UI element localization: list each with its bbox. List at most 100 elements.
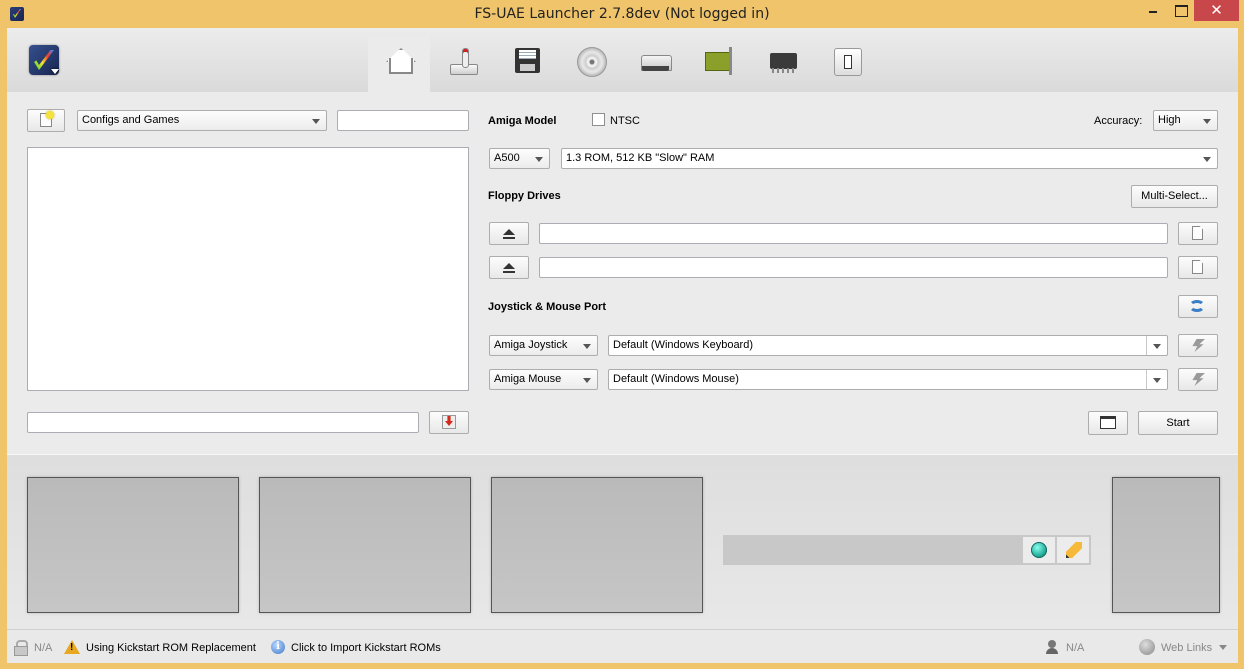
config-name-input[interactable] xyxy=(27,412,419,433)
tab-input[interactable] xyxy=(432,36,494,92)
screenshot-1 xyxy=(27,477,239,613)
lightning-icon xyxy=(1192,339,1205,352)
import-kickstart-link[interactable]: Click to Import Kickstart ROMs xyxy=(291,641,441,655)
game-title-bar xyxy=(723,535,1091,565)
port-1-type-value: Amiga Mouse xyxy=(494,373,562,385)
amiga-submodel-value: 1.3 ROM, 512 KB "Slow" RAM xyxy=(566,152,715,164)
ntsc-label: NTSC xyxy=(610,115,640,127)
port-0-type-value: Amiga Joystick xyxy=(494,339,568,351)
window-icon xyxy=(1100,416,1116,429)
port-0-device-select[interactable]: Default (Windows Keyboard) xyxy=(608,335,1168,356)
document-icon xyxy=(1192,260,1203,274)
edit-game-button[interactable] xyxy=(1057,537,1089,563)
swap-ports-button[interactable] xyxy=(1178,295,1218,318)
user-status[interactable]: N/A xyxy=(1066,641,1084,655)
floppy-icon xyxy=(512,46,542,76)
port-1-device-select[interactable]: Default (Windows Mouse) xyxy=(608,369,1168,390)
port-1-config-button[interactable] xyxy=(1178,368,1218,391)
eject-floppy-0-button[interactable] xyxy=(489,222,529,245)
floppy-drives-heading: Floppy Drives xyxy=(488,190,561,202)
minimize-button[interactable] xyxy=(1138,0,1168,21)
title-bar: FS-UAE Launcher 2.7.8dev (Not logged in)… xyxy=(0,0,1244,28)
chevron-down-icon xyxy=(1153,378,1161,383)
chevron-down-icon xyxy=(1153,344,1161,349)
tab-cdroms[interactable] xyxy=(560,36,622,92)
config-list[interactable] xyxy=(27,147,469,391)
open-website-button[interactable] xyxy=(1023,537,1055,563)
cover-image xyxy=(1112,477,1220,613)
ports-heading: Joystick & Mouse Port xyxy=(488,301,606,313)
floppy-0-input[interactable] xyxy=(539,223,1168,244)
accuracy-label: Accuracy: xyxy=(1094,115,1143,127)
chip-icon xyxy=(768,46,798,76)
chevron-down-icon[interactable] xyxy=(1219,645,1227,650)
accuracy-select[interactable]: High xyxy=(1153,110,1218,131)
lock-icon xyxy=(13,640,28,656)
kickstart-warning[interactable]: Using Kickstart ROM Replacement xyxy=(86,641,256,655)
document-icon xyxy=(1192,226,1203,240)
lock-status: N/A xyxy=(34,642,53,654)
port-0-device-value: Default (Windows Keyboard) xyxy=(613,339,754,351)
cd-icon xyxy=(576,46,607,77)
tab-main[interactable] xyxy=(368,36,430,92)
start-button[interactable]: Start xyxy=(1138,411,1218,435)
close-button[interactable]: ✕ xyxy=(1194,0,1239,21)
globe-icon xyxy=(1031,542,1047,558)
web-links-menu[interactable]: Web Links xyxy=(1161,641,1212,655)
refresh-icon xyxy=(1189,300,1205,312)
user-icon xyxy=(1045,640,1059,654)
config-filter-value: Configs and Games xyxy=(82,114,180,126)
amiga-model-heading: Amiga Model xyxy=(488,115,557,127)
chevron-down-icon xyxy=(583,344,591,349)
ntsc-checkbox[interactable] xyxy=(592,113,605,126)
tab-expansions[interactable] xyxy=(688,36,750,92)
window-title: FS-UAE Launcher 2.7.8dev (Not logged in) xyxy=(474,6,770,22)
port-1-type-select[interactable]: Amiga Mouse xyxy=(489,369,598,390)
browse-floppy-1-button[interactable] xyxy=(1178,256,1218,279)
config-filter-select[interactable]: Configs and Games xyxy=(77,110,327,131)
amiga-model-select[interactable]: A500 xyxy=(489,148,550,169)
screenshot-2 xyxy=(259,477,471,613)
tab-additional[interactable] xyxy=(816,36,878,92)
new-config-button[interactable] xyxy=(27,109,65,132)
floppy-1-input[interactable] xyxy=(539,257,1168,278)
switch-icon xyxy=(832,46,862,76)
amiga-submodel-select[interactable]: 1.3 ROM, 512 KB "Slow" RAM xyxy=(561,148,1218,169)
eject-floppy-1-button[interactable] xyxy=(489,256,529,279)
multi-select-button[interactable]: Multi-Select... xyxy=(1131,185,1218,208)
save-icon xyxy=(442,415,456,429)
fs-uae-logo-icon xyxy=(34,50,54,70)
port-0-config-button[interactable] xyxy=(1178,334,1218,357)
tab-hardware[interactable] xyxy=(752,36,814,92)
main-window: Configs and Games Amiga Model NTSC Accur… xyxy=(7,28,1238,663)
port-0-type-select[interactable]: Amiga Joystick xyxy=(489,335,598,356)
game-info-panel xyxy=(7,454,1238,629)
status-bar: N/A Using Kickstart ROM Replacement i Cl… xyxy=(7,629,1238,663)
maximize-button[interactable] xyxy=(1166,0,1196,21)
new-config-icon xyxy=(40,111,54,127)
toolbar xyxy=(7,28,1238,92)
browse-floppy-0-button[interactable] xyxy=(1178,222,1218,245)
eject-icon xyxy=(503,229,515,239)
chevron-down-icon xyxy=(535,157,543,162)
tab-hard-drives[interactable] xyxy=(624,36,686,92)
screenshot-3 xyxy=(491,477,703,613)
port-1-device-value: Default (Windows Mouse) xyxy=(613,373,739,385)
chevron-down-icon xyxy=(312,119,320,124)
combo-separator xyxy=(1146,370,1147,389)
home-icon xyxy=(384,46,414,76)
combo-separator xyxy=(1146,336,1147,355)
hard-drive-icon xyxy=(640,46,672,76)
chevron-down-icon xyxy=(1203,157,1211,162)
main-menu-button[interactable] xyxy=(29,45,59,75)
lightning-icon xyxy=(1192,373,1205,386)
search-input[interactable] xyxy=(337,110,469,131)
expansion-card-icon xyxy=(704,46,734,76)
info-icon: i xyxy=(271,640,285,654)
chevron-down-icon xyxy=(1203,119,1211,124)
fullscreen-toggle-button[interactable] xyxy=(1088,411,1128,435)
warning-icon xyxy=(64,640,80,654)
tab-floppies[interactable] xyxy=(496,36,558,92)
accuracy-value: High xyxy=(1158,114,1181,126)
save-config-button[interactable] xyxy=(429,411,469,434)
